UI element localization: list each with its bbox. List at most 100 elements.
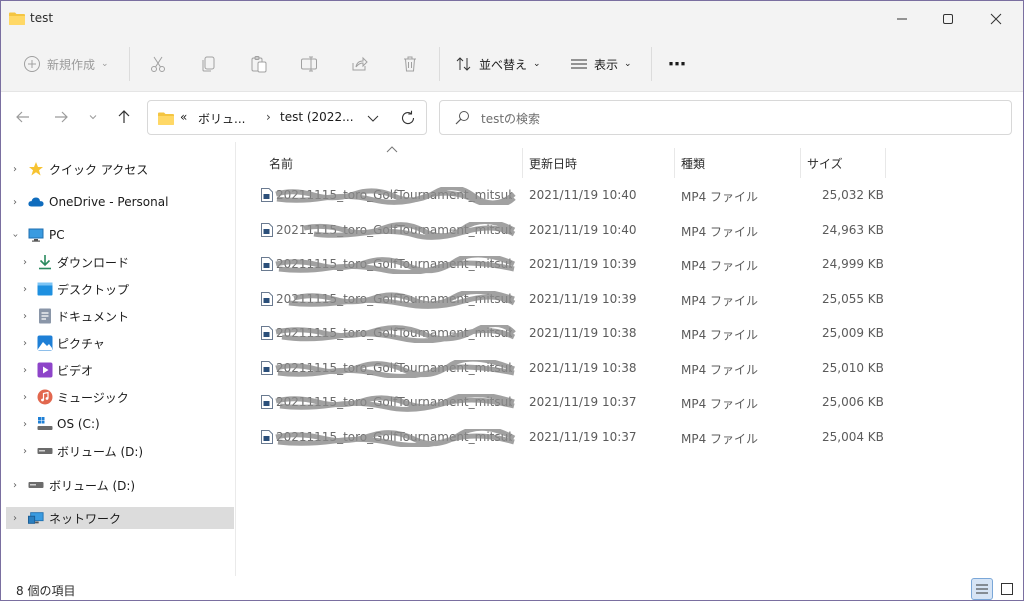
network-icon xyxy=(28,510,44,526)
list-view-icon xyxy=(571,59,587,69)
breadcrumb-item[interactable]: test (2022... xyxy=(280,110,354,124)
chevron-right-icon[interactable]: › xyxy=(20,311,30,322)
breadcrumb-overflow[interactable]: « xyxy=(180,110,187,124)
share-button[interactable] xyxy=(351,51,369,77)
sidebar-item-network[interactable]: › ネットワーク xyxy=(6,507,234,529)
more-options-button[interactable]: ⋯ xyxy=(668,51,687,77)
sidebar-item-label: ネットワーク xyxy=(49,511,122,526)
arrow-right-icon xyxy=(55,111,68,123)
file-size: 24,999 KB xyxy=(822,257,884,271)
file-row[interactable]: 20211115_toro_GolfTournament_mitsubis...… xyxy=(256,179,896,211)
file-date: 2021/11/19 10:38 xyxy=(529,326,637,340)
column-divider[interactable] xyxy=(522,148,523,178)
sidebar-item-os-drive[interactable]: › OS (C:) xyxy=(6,413,234,435)
toolbar-separator xyxy=(439,47,440,81)
clipboard-icon xyxy=(251,56,267,73)
rename-button[interactable] xyxy=(300,51,318,77)
file-row[interactable]: 20211115_toro_GolfTournament_mitsubis...… xyxy=(256,214,896,246)
file-size: 24,963 KB xyxy=(822,223,884,237)
copy-icon xyxy=(202,56,215,72)
details-view-button[interactable] xyxy=(971,578,993,600)
sidebar-item-volume-d[interactable]: › ボリューム (D:) xyxy=(6,440,234,462)
download-icon xyxy=(37,254,53,270)
sidebar-item-label: クイック アクセス xyxy=(49,162,149,177)
sidebar-item-videos[interactable]: › ビデオ xyxy=(6,359,234,381)
sidebar-item-label: ミュージック xyxy=(57,390,129,405)
sidebar-item-quick-access[interactable]: › クイック アクセス xyxy=(6,158,234,180)
large-icons-view-button[interactable] xyxy=(996,578,1018,600)
command-bar: 新規作成 ⌄ 並べ替え ⌄ 表示 ⌄ ⋯ xyxy=(1,37,1023,92)
chevron-down-icon[interactable] xyxy=(367,114,379,123)
close-button[interactable] xyxy=(973,1,1019,37)
breadcrumb-item[interactable]: ボリュ... xyxy=(198,110,245,127)
file-size: 25,055 KB xyxy=(822,292,884,306)
sidebar-item-downloads[interactable]: › ダウンロード xyxy=(6,251,234,273)
view-button[interactable]: 表示 ⌄ xyxy=(570,51,632,77)
sidebar-item-documents[interactable]: › ドキュメント xyxy=(6,305,234,327)
column-divider[interactable] xyxy=(674,148,675,178)
sidebar-item-pc[interactable]: › PC xyxy=(6,224,234,246)
tiles-view-icon xyxy=(1001,583,1013,595)
chevron-right-icon[interactable]: › xyxy=(20,419,30,430)
column-header-name[interactable]: 名前 xyxy=(269,148,293,178)
sidebar-item-label: ボリューム (D:) xyxy=(49,478,136,493)
file-row[interactable]: 20211115_toro_GolfTournament_mitsubis...… xyxy=(256,317,896,349)
column-header-size[interactable]: サイズ xyxy=(807,148,843,178)
file-row[interactable]: 20211115_toro_GolfTournament_mitsubis...… xyxy=(256,386,896,418)
new-button[interactable]: 新規作成 ⌄ xyxy=(23,51,109,77)
file-date: 2021/11/19 10:37 xyxy=(529,430,637,444)
column-divider[interactable] xyxy=(885,148,886,178)
chevron-down-icon[interactable]: › xyxy=(10,230,21,240)
back-button[interactable] xyxy=(11,105,35,129)
redaction-scribble xyxy=(275,187,516,205)
column-header-type[interactable]: 種類 xyxy=(681,148,705,178)
chevron-right-icon[interactable]: › xyxy=(10,164,20,175)
recent-locations-button[interactable] xyxy=(83,105,103,129)
file-row[interactable]: 20211115_toro_GolfTournament_mitsubis...… xyxy=(256,421,896,453)
chevron-right-icon[interactable]: › xyxy=(20,257,30,268)
sidebar-item-music[interactable]: › ミュージック xyxy=(6,386,234,408)
sort-icon xyxy=(456,57,471,71)
chevron-right-icon[interactable]: › xyxy=(10,197,20,208)
minimize-icon xyxy=(897,18,907,20)
chevron-right-icon[interactable]: › xyxy=(20,446,30,457)
refresh-icon[interactable] xyxy=(400,110,416,126)
chevron-right-icon[interactable]: › xyxy=(20,365,30,376)
up-button[interactable] xyxy=(112,105,136,129)
copy-button[interactable] xyxy=(200,51,218,77)
windows-drive-icon xyxy=(37,416,53,432)
navigation-bar: « ボリュ... › test (2022... testの検索 xyxy=(1,92,1023,142)
address-bar[interactable]: « ボリュ... › test (2022... xyxy=(147,100,427,135)
chevron-right-icon[interactable]: › xyxy=(20,392,30,403)
forward-button[interactable] xyxy=(49,105,73,129)
maximize-button[interactable] xyxy=(925,1,971,37)
chevron-right-icon[interactable]: › xyxy=(20,284,30,295)
sidebar-item-pictures[interactable]: › ピクチャ xyxy=(6,332,234,354)
paste-button[interactable] xyxy=(250,51,268,77)
sort-button[interactable]: 並べ替え ⌄ xyxy=(455,51,541,77)
minimize-button[interactable] xyxy=(879,1,925,37)
sidebar-item-label: OneDrive - Personal xyxy=(49,195,169,209)
delete-button[interactable] xyxy=(401,51,419,77)
sidebar-item-volume-d-root[interactable]: › ボリューム (D:) xyxy=(6,474,234,496)
file-row[interactable]: 20211115_toro_GolfTournament_mitsubis...… xyxy=(256,248,896,280)
sort-button-label: 並べ替え xyxy=(479,57,528,72)
item-count: 8 個の項目 xyxy=(16,584,76,598)
video-file-icon xyxy=(261,361,273,375)
redaction-scribble xyxy=(275,394,515,412)
chevron-right-icon[interactable]: › xyxy=(10,480,20,491)
sidebar-item-label: ダウンロード xyxy=(57,255,130,270)
title-bar[interactable]: test xyxy=(1,1,1023,37)
file-row[interactable]: 20211115_toro_GolfTournament_mitsubis...… xyxy=(256,283,896,315)
column-divider[interactable] xyxy=(800,148,801,178)
file-row[interactable]: 20211115_toro_GolfTournament_mitsubis...… xyxy=(256,352,896,384)
cut-button[interactable] xyxy=(149,51,167,77)
chevron-right-icon[interactable]: › xyxy=(10,513,20,524)
sidebar-item-label: ビデオ xyxy=(57,363,94,378)
search-box[interactable]: testの検索 xyxy=(439,100,1012,135)
chevron-right-icon[interactable]: › xyxy=(20,338,30,349)
file-size: 25,010 KB xyxy=(822,361,884,375)
column-header-date[interactable]: 更新日時 xyxy=(529,148,577,178)
sidebar-item-onedrive[interactable]: › OneDrive - Personal xyxy=(6,191,234,213)
sidebar-item-desktop[interactable]: › デスクトップ xyxy=(6,278,234,300)
